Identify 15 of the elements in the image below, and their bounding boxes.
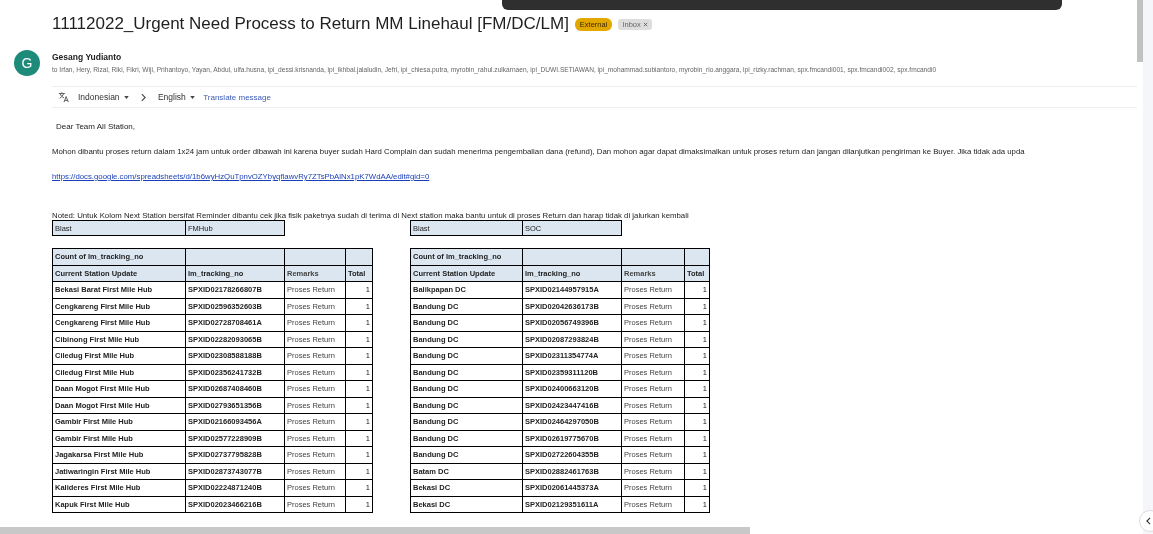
translate-message-link[interactable]: Translate message xyxy=(203,92,271,102)
email-subject: 11112022_Urgent Need Process to Return MM Linehaul [FM/DC/LM] xyxy=(52,14,569,34)
target-language-dropdown[interactable]: English xyxy=(157,92,196,102)
avatar: G xyxy=(14,50,40,76)
sender-name: Gesang Yudianto xyxy=(52,52,123,62)
caret-icon xyxy=(190,96,196,100)
close-icon[interactable] xyxy=(642,21,648,27)
translate-icon xyxy=(58,91,70,103)
scrollbar-thumb[interactable] xyxy=(1137,0,1143,62)
chevron-right-icon xyxy=(140,92,146,102)
source-language-dropdown[interactable]: Indonesian xyxy=(78,92,129,102)
chevron-left-icon xyxy=(1146,517,1151,525)
horizontal-scrollbar[interactable] xyxy=(0,527,750,534)
caret-icon xyxy=(123,96,129,100)
greeting-text: Dear Team All Station, xyxy=(55,122,136,131)
